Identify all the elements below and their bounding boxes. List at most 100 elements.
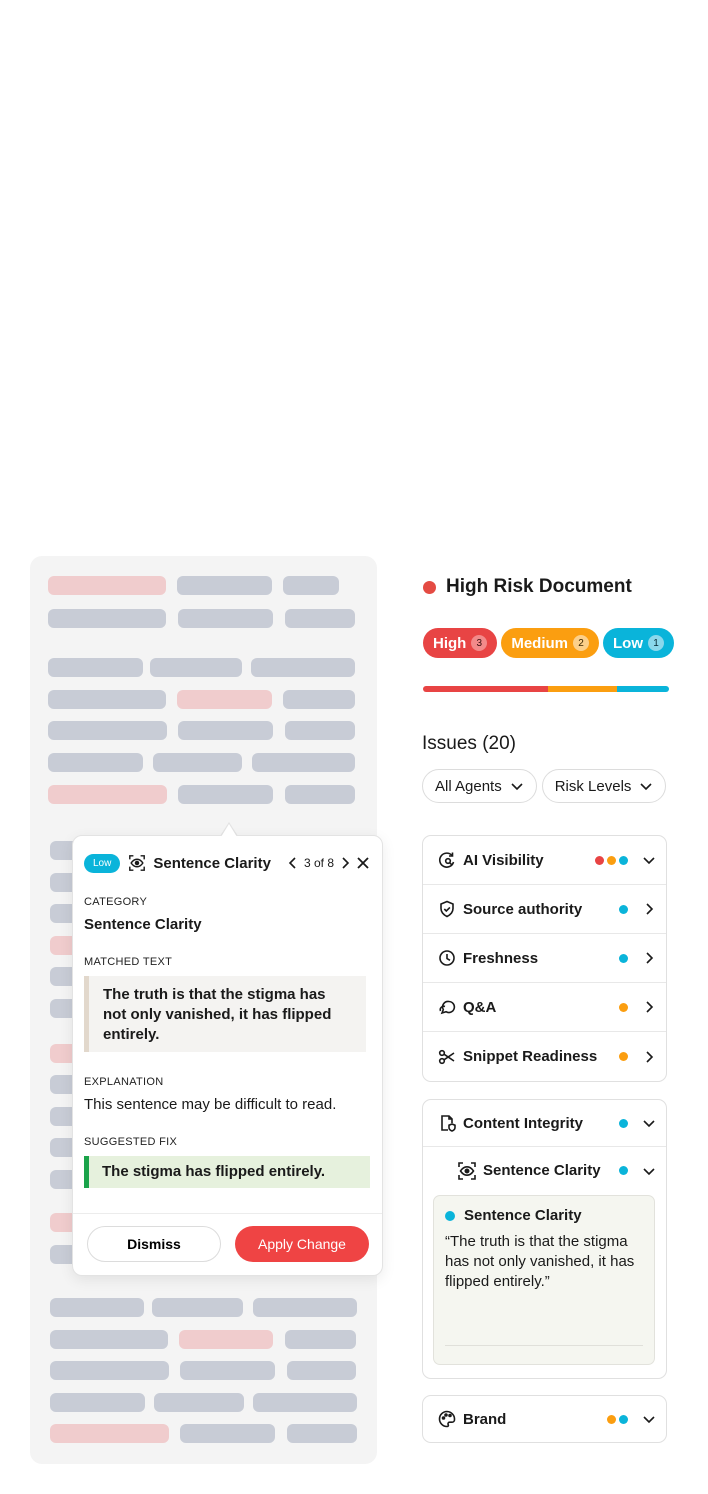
- high-risk-pill[interactable]: High 3: [423, 628, 498, 658]
- text-line: [251, 658, 355, 677]
- text-line: [287, 1424, 357, 1443]
- chevron-down-icon: [643, 1167, 655, 1175]
- snippet-readiness-row[interactable]: Snippet Readiness: [423, 1032, 666, 1081]
- text-line: [48, 753, 143, 772]
- explanation-label: EXPLANATION: [84, 1076, 164, 1088]
- text-line-flagged[interactable]: [50, 1424, 169, 1443]
- chevron-down-icon: [640, 783, 652, 791]
- snippet-readiness-label: Snippet Readiness: [463, 1048, 598, 1065]
- risk-title: High Risk Document: [446, 576, 632, 597]
- text-line: [287, 1361, 356, 1380]
- text-line: [153, 753, 242, 772]
- brand-title: Brand: [463, 1410, 507, 1428]
- content-integrity-header[interactable]: Content Integrity: [423, 1100, 666, 1147]
- ai-visibility-header[interactable]: AI Visibility: [423, 836, 666, 885]
- eye-scan-icon: [458, 1161, 476, 1180]
- text-line: [180, 1361, 275, 1380]
- ai-visibility-title: AI Visibility: [463, 851, 544, 869]
- risk-levels-dropdown[interactable]: Risk Levels: [541, 769, 667, 803]
- popover-title: Sentence Clarity: [153, 854, 271, 872]
- risk-level-pills: High 3 Medium 2 Low 1: [423, 628, 674, 658]
- sentence-clarity-label: Sentence Clarity: [483, 1162, 601, 1179]
- text-line: [283, 690, 355, 709]
- chevron-left-icon[interactable]: [288, 857, 298, 869]
- issue-card-title: Sentence Clarity: [464, 1207, 582, 1224]
- text-line-flagged[interactable]: [48, 785, 167, 804]
- medium-risk-pill[interactable]: Medium 2: [501, 628, 599, 658]
- category-label: CATEGORY: [84, 896, 148, 908]
- text-line: [48, 658, 143, 677]
- chevron-right-icon[interactable]: [340, 857, 350, 869]
- matched-text-label: MATCHED TEXT: [84, 956, 173, 968]
- chevron-right-icon: [646, 952, 654, 964]
- all-agents-dropdown[interactable]: All Agents: [422, 769, 537, 803]
- severity-dots: [619, 1118, 628, 1128]
- issue-card-divider: [445, 1345, 643, 1346]
- sentence-clarity-row[interactable]: Sentence Clarity: [423, 1147, 666, 1194]
- text-line-flagged[interactable]: [179, 1330, 273, 1349]
- severity-dot: [445, 1210, 455, 1221]
- text-line: [285, 609, 355, 628]
- source-authority-row[interactable]: Source authority: [423, 885, 666, 934]
- text-line: [180, 1424, 275, 1443]
- risk-levels-label: Risk Levels: [554, 777, 632, 795]
- chevron-down-icon: [511, 783, 523, 791]
- text-line: [50, 1298, 144, 1317]
- category-value: Sentence Clarity: [84, 916, 202, 933]
- text-line: [178, 785, 273, 804]
- medium-label: Medium: [511, 634, 568, 652]
- popover-header: Low Sentence Clarity 3 of 8: [84, 852, 370, 874]
- explanation-text: This sentence may be difficult to read.: [84, 1096, 337, 1113]
- apply-change-button[interactable]: Apply Change: [235, 1226, 369, 1262]
- suggested-fix-label: SUGGESTED FIX: [84, 1136, 178, 1148]
- clock-icon: [439, 950, 455, 966]
- qa-row[interactable]: Q&A: [423, 983, 666, 1032]
- freshness-row[interactable]: Freshness: [423, 934, 666, 983]
- severity-dots: [619, 1052, 628, 1061]
- dismiss-button[interactable]: Dismiss: [87, 1226, 221, 1262]
- severity-dots: [619, 1002, 628, 1012]
- issue-card-header: Sentence Clarity: [445, 1207, 643, 1224]
- ai-visibility-group: AI Visibility Source authority Freshness…: [422, 835, 667, 1082]
- severity-dots: [619, 953, 628, 963]
- chat-bubbles-icon: [439, 1000, 456, 1015]
- chevron-down-icon: [643, 1416, 655, 1424]
- severity-dots: [619, 904, 628, 914]
- shield-check-icon: [440, 900, 454, 918]
- text-line-flagged[interactable]: [177, 690, 272, 709]
- medium-count: 2: [573, 635, 589, 651]
- text-line: [48, 721, 167, 740]
- text-line: [50, 1361, 169, 1380]
- popover-divider: [73, 1213, 382, 1214]
- high-label: High: [433, 634, 467, 652]
- scissors-icon: [438, 1049, 455, 1064]
- text-line: [178, 609, 273, 628]
- sentence-clarity-issue-card[interactable]: Sentence Clarity “The truth is that the …: [433, 1195, 655, 1365]
- severity-dots: [619, 1166, 628, 1175]
- issue-card-quote: “The truth is that the stigma has not on…: [445, 1233, 635, 1290]
- risk-bar-high: [423, 686, 549, 692]
- text-line: [252, 753, 355, 772]
- matched-text: The truth is that the stigma has not onl…: [84, 976, 366, 1052]
- text-line: [285, 785, 355, 804]
- risk-heading: High Risk Document: [423, 576, 632, 598]
- severity-badge: Low: [84, 853, 121, 873]
- chevron-right-icon: [646, 1050, 654, 1063]
- text-line: [152, 1298, 243, 1317]
- risk-bar-low: [617, 686, 669, 692]
- palette-icon: [438, 1410, 456, 1428]
- severity-dots: [595, 855, 628, 865]
- text-line: [48, 609, 166, 628]
- text-line: [50, 1330, 168, 1349]
- brand-group: Brand: [422, 1395, 667, 1443]
- text-line-flagged[interactable]: [48, 576, 166, 595]
- pager-position: 3 of 8: [303, 856, 334, 870]
- brand-header[interactable]: Brand: [423, 1396, 666, 1442]
- high-count: 3: [471, 635, 488, 651]
- text-line: [150, 658, 242, 677]
- text-line: [285, 1330, 356, 1349]
- all-agents-label: All Agents: [435, 777, 502, 795]
- close-icon[interactable]: [356, 856, 370, 870]
- source-authority-label: Source authority: [463, 900, 583, 918]
- low-risk-pill[interactable]: Low 1: [603, 628, 674, 658]
